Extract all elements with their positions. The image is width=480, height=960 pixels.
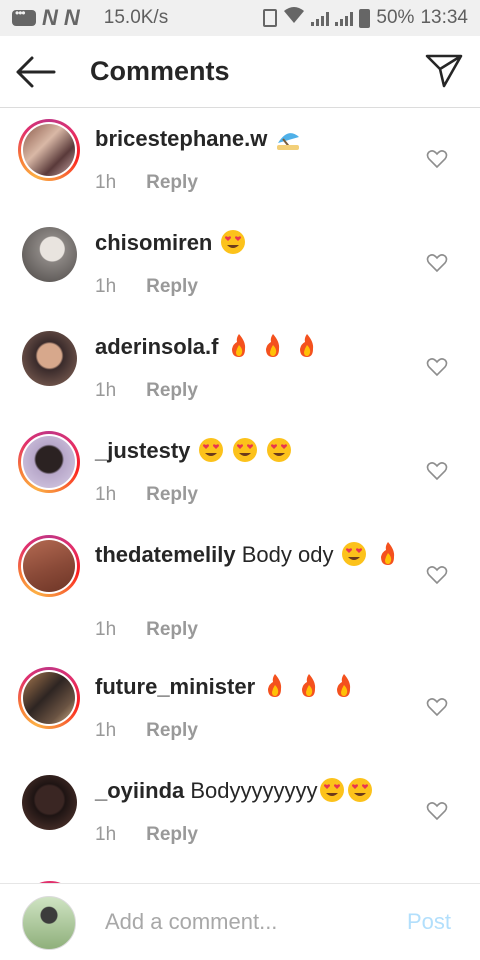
wifi-icon	[283, 6, 305, 30]
comments-header: Comments	[0, 36, 480, 108]
avatar[interactable]	[22, 227, 77, 282]
network-speed: 15.0K/s	[103, 7, 169, 28]
avatar[interactable]	[18, 119, 80, 181]
like-heart-icon[interactable]	[426, 253, 448, 273]
fire-icon	[262, 673, 288, 699]
comment-body: Bodyyyyyyyy	[190, 778, 318, 803]
fire-icon	[226, 333, 252, 359]
comment-time: 1h	[95, 619, 117, 640]
comment-composer: Post	[0, 883, 480, 960]
like-heart-icon[interactable]	[426, 801, 448, 821]
n-notification-icon: N	[42, 5, 58, 30]
reply-button[interactable]: Reply	[146, 619, 198, 641]
heart-eyes-icon	[266, 437, 292, 463]
arrow-left-icon	[16, 56, 56, 88]
comment-username[interactable]: future_minister	[95, 674, 255, 699]
clock: 13:34	[420, 7, 468, 28]
like-heart-icon[interactable]	[426, 461, 448, 481]
reply-button[interactable]: Reply	[146, 824, 198, 846]
beach-umbrella-icon	[275, 125, 301, 151]
comment-time: 1h	[95, 484, 117, 505]
add-comment-input[interactable]	[105, 906, 385, 938]
heart-eyes-icon	[347, 777, 373, 803]
comment-username[interactable]: thedatemelily	[95, 542, 236, 567]
heart-eyes-icon	[319, 777, 345, 803]
page-title: Comments	[90, 56, 230, 86]
comment-item-partial	[0, 875, 480, 883]
like-heart-icon[interactable]	[426, 357, 448, 377]
comment-username[interactable]: _justesty	[95, 438, 190, 463]
comment-time: 1h	[95, 720, 117, 741]
share-button[interactable]	[424, 52, 464, 90]
like-heart-icon[interactable]	[426, 565, 448, 585]
like-heart-icon[interactable]	[426, 149, 448, 169]
avatar[interactable]	[18, 535, 80, 597]
comment-body: Body ody	[241, 542, 334, 567]
heart-eyes-icon	[341, 541, 367, 567]
comment-username[interactable]: chisomiren	[95, 230, 212, 255]
back-button[interactable]	[14, 54, 56, 90]
vibrate-icon	[263, 9, 278, 27]
reply-button[interactable]: Reply	[146, 380, 198, 402]
avatar[interactable]	[18, 667, 80, 729]
comment-username[interactable]: aderinsola.f	[95, 334, 218, 359]
reply-button[interactable]: Reply	[146, 172, 198, 194]
avatar[interactable]	[22, 331, 77, 386]
signal-icon-2	[335, 10, 354, 26]
paper-plane-icon	[425, 54, 463, 88]
fire-icon	[375, 541, 401, 567]
heart-eyes-icon	[198, 437, 224, 463]
n-notification-icon-2: N	[63, 5, 80, 30]
comment-username[interactable]: bricestephane.w	[95, 126, 267, 151]
comment-username[interactable]: _oyiinda	[95, 778, 184, 803]
fire-icon	[294, 333, 320, 359]
battery-percent: 50%	[376, 7, 415, 28]
fire-icon	[331, 673, 357, 699]
post-button[interactable]: Post	[407, 909, 451, 935]
comments-list: bricestephane.w 1h Reply chisomiren 1h R…	[0, 109, 480, 883]
heart-eyes-icon	[232, 437, 258, 463]
heart-eyes-icon	[220, 229, 246, 255]
fire-icon	[260, 333, 286, 359]
reply-button[interactable]: Reply	[146, 276, 198, 298]
chat-notification-icon	[12, 6, 36, 26]
battery-icon	[359, 8, 371, 28]
comment-time: 1h	[95, 276, 117, 297]
avatar	[22, 896, 76, 950]
reply-button[interactable]: Reply	[146, 720, 198, 742]
comment-time: 1h	[95, 380, 117, 401]
like-heart-icon[interactable]	[426, 697, 448, 717]
comment-time: 1h	[95, 172, 117, 193]
signal-icon	[311, 10, 330, 26]
avatar[interactable]	[18, 431, 80, 493]
status-bar: N N 15.0K/s 50% 13:34	[0, 0, 480, 36]
comment-time: 1h	[95, 824, 117, 845]
fire-icon	[296, 673, 322, 699]
reply-button[interactable]: Reply	[146, 484, 198, 506]
avatar[interactable]	[22, 775, 77, 830]
